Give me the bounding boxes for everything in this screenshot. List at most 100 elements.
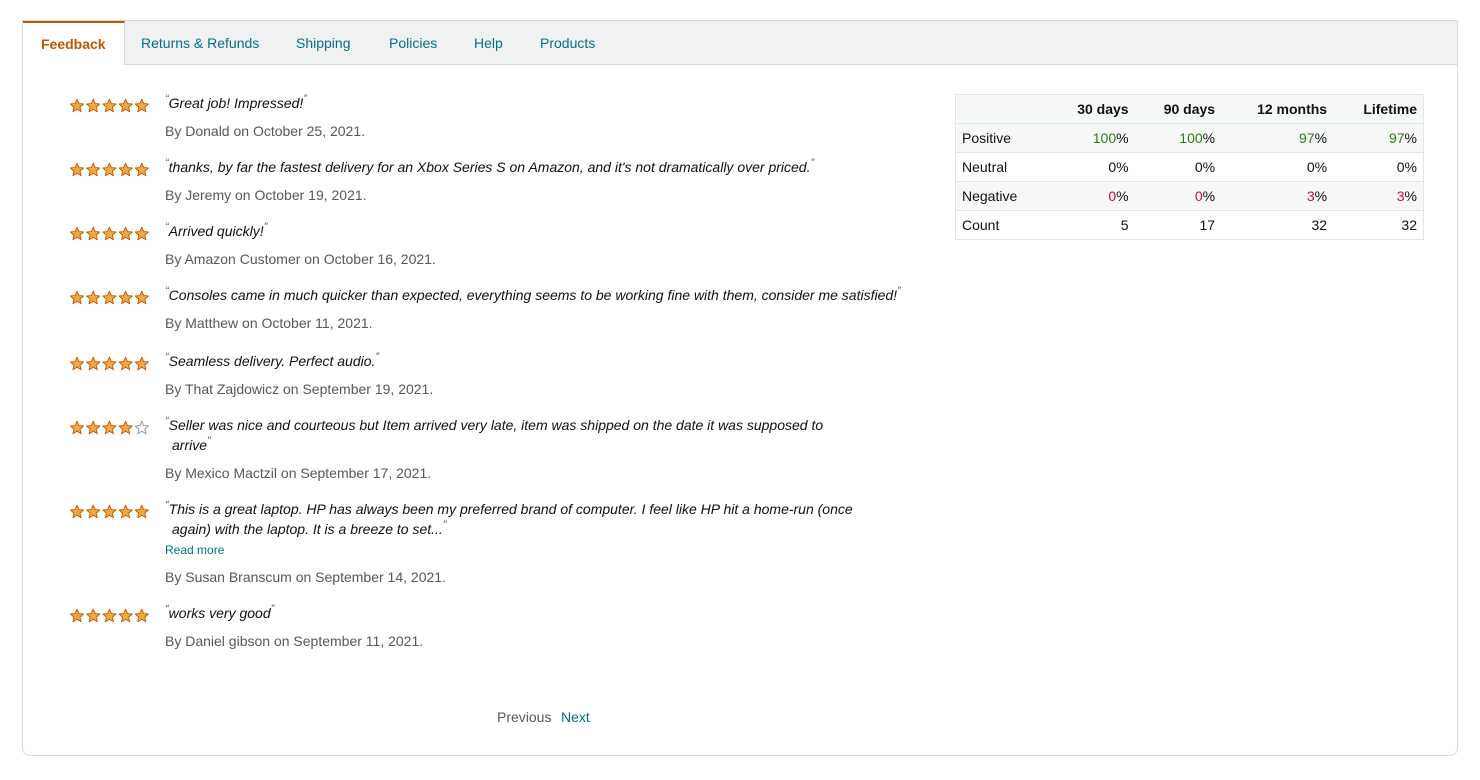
star-filled-icon [86, 608, 101, 623]
review-quote: “This is a great laptop. HP has always b… [165, 499, 853, 537]
table-cell: 0% [1134, 181, 1222, 211]
review-quote: “works very good” [165, 603, 275, 621]
table-cell: 97% [1333, 123, 1424, 153]
star-filled-icon [69, 420, 85, 435]
star-filled-icon [86, 504, 101, 519]
star-empty-icon [134, 420, 149, 435]
table-cell: 100% [1134, 123, 1222, 153]
row-label: Count [955, 210, 1049, 240]
star-filled-icon [102, 162, 117, 177]
table-header: 90 days [1134, 94, 1222, 124]
table-header: 30 days [1048, 94, 1135, 124]
star-filled-icon [102, 290, 117, 305]
star-filled-icon [118, 356, 133, 371]
table-row: Positive 100% 100% 97% 97% [955, 123, 1424, 153]
table-cell: 0% [1134, 152, 1222, 182]
review-byline: By That Zajdowicz on September 19, 2021. [165, 381, 434, 397]
table-row: Count 5 17 32 32 [955, 210, 1424, 240]
feedback-panel: Feedback Returns & Refunds Shipping Poli… [22, 20, 1458, 756]
tab-returns-refunds[interactable]: Returns & Refunds [141, 21, 259, 65]
star-rating [69, 504, 151, 520]
star-filled-icon [102, 98, 117, 113]
star-filled-icon [102, 420, 117, 435]
review-quote: “Seamless delivery. Perfect audio.” [165, 351, 380, 369]
read-more-link[interactable]: Read more [165, 543, 224, 557]
tab-bar: Feedback Returns & Refunds Shipping Poli… [23, 21, 1457, 65]
table-header-row: 30 days 90 days 12 months Lifetime [955, 94, 1424, 124]
review-byline: By Donald on October 25, 2021. [165, 123, 366, 139]
table-cell: 3% [1333, 181, 1424, 211]
star-filled-icon [69, 356, 85, 371]
star-filled-icon [134, 356, 149, 371]
star-filled-icon [69, 98, 85, 113]
star-filled-icon [69, 162, 85, 177]
table-cell: 0% [1048, 181, 1135, 211]
table-cell: 32 [1221, 210, 1334, 240]
star-filled-icon [118, 504, 133, 519]
review-quote: “thanks, by far the fastest delivery for… [165, 157, 815, 175]
review-byline: By Mexico Mactzil on September 17, 2021. [165, 465, 432, 481]
star-filled-icon [102, 608, 117, 623]
star-filled-icon [118, 162, 133, 177]
star-filled-icon [134, 290, 149, 305]
star-filled-icon [86, 98, 101, 113]
star-filled-icon [118, 420, 133, 435]
table-cell: 17 [1134, 210, 1222, 240]
review-byline: By Amazon Customer on October 16, 2021. [165, 251, 436, 267]
star-filled-icon [102, 356, 117, 371]
star-filled-icon [86, 226, 101, 241]
review-byline: By Daniel gibson on September 11, 2021. [165, 633, 424, 649]
row-label: Positive [955, 123, 1049, 153]
star-rating [69, 420, 151, 436]
tab-feedback[interactable]: Feedback [23, 21, 125, 65]
review-quote: “Consoles came in much quicker than expe… [165, 285, 901, 303]
star-filled-icon [86, 290, 101, 305]
review-quote: “Seller was nice and courteous but Item … [165, 415, 824, 453]
star-rating [69, 356, 151, 372]
star-filled-icon [86, 356, 101, 371]
tab-products[interactable]: Products [540, 21, 595, 65]
star-filled-icon [134, 162, 149, 177]
star-filled-icon [134, 504, 149, 519]
table-header: Lifetime [1333, 94, 1424, 124]
table-row: Neutral 0% 0% 0% 0% [955, 152, 1424, 182]
review-byline: By Jeremy on October 19, 2021. [165, 187, 367, 203]
review-quote: “Great job! Impressed!” [165, 93, 307, 111]
star-filled-icon [69, 504, 85, 519]
row-label: Negative [955, 181, 1049, 211]
star-rating [69, 226, 151, 242]
feedback-summary-table: 30 days 90 days 12 months Lifetime Posit… [955, 94, 1424, 240]
star-filled-icon [134, 226, 149, 241]
star-filled-icon [118, 98, 133, 113]
star-rating [69, 608, 151, 624]
star-filled-icon [69, 290, 85, 305]
tab-help[interactable]: Help [474, 21, 503, 65]
table-cell: 5 [1048, 210, 1135, 240]
table-header [955, 94, 1049, 124]
tab-shipping[interactable]: Shipping [296, 21, 351, 65]
star-filled-icon [102, 226, 117, 241]
star-rating [69, 290, 151, 306]
star-filled-icon [86, 420, 101, 435]
star-filled-icon [118, 226, 133, 241]
tab-policies[interactable]: Policies [389, 21, 437, 65]
star-filled-icon [118, 290, 133, 305]
star-filled-icon [134, 608, 149, 623]
table-cell: 0% [1333, 152, 1424, 182]
table-row: Negative 0% 0% 3% 3% [955, 181, 1424, 211]
row-label: Neutral [955, 152, 1049, 182]
table-cell: 0% [1221, 152, 1334, 182]
star-filled-icon [134, 98, 149, 113]
table-cell: 100% [1048, 123, 1135, 153]
star-filled-icon [69, 608, 85, 623]
next-button[interactable]: Next [561, 709, 590, 725]
review-quote: “Arrived quickly!” [165, 221, 268, 239]
star-filled-icon [86, 162, 101, 177]
star-rating [69, 98, 151, 114]
review-byline: By Susan Branscum on September 14, 2021. [165, 569, 446, 585]
star-filled-icon [118, 608, 133, 623]
table-header: 12 months [1221, 94, 1334, 124]
table-cell: 3% [1221, 181, 1334, 211]
previous-button: Previous [497, 709, 552, 725]
star-filled-icon [69, 226, 85, 241]
